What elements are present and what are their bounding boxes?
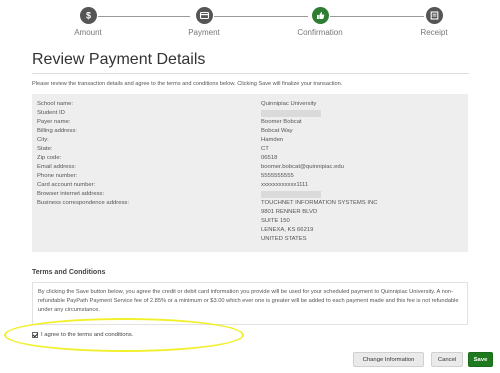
detail-label: Payer name:	[37, 119, 71, 125]
transaction-details-panel: School name: Quinnipiac University Stude…	[32, 94, 468, 252]
save-button[interactable]: Save	[468, 352, 493, 367]
page-title: Review Payment Details	[32, 51, 206, 68]
detail-value: boomer.bobcat@quinnipiac.edu	[261, 164, 344, 170]
detail-label: School name:	[37, 101, 74, 107]
checkbox-checked-icon[interactable]	[32, 332, 38, 338]
thumbs-up-icon	[311, 7, 329, 24]
step-label: Receipt	[420, 28, 448, 37]
cancel-button[interactable]: Cancel	[431, 352, 463, 367]
divider	[32, 73, 469, 74]
svg-text:$: $	[85, 11, 90, 21]
terms-title: Terms and Conditions	[32, 269, 106, 276]
detail-value: Quinnipiac University	[261, 101, 317, 107]
step-amount: $ Amount	[43, 7, 133, 37]
detail-label: Card account number:	[37, 182, 96, 188]
redacted-value	[261, 191, 321, 198]
step-label: Payment	[188, 28, 220, 37]
agree-terms-checkbox[interactable]: I agree to the terms and conditions.	[32, 332, 133, 338]
detail-value: Boomer Bobcat	[261, 119, 302, 125]
detail-label: Browser internet address:	[37, 191, 105, 197]
step-payment: Payment	[159, 7, 249, 37]
detail-label: Business correspondence address:	[37, 200, 130, 206]
credit-card-icon	[195, 7, 213, 24]
step-receipt: Receipt	[389, 7, 479, 37]
step-label: Confirmation	[297, 28, 343, 37]
redacted-value	[261, 110, 321, 117]
detail-value: TOUCHNET INFORMATION SYSTEMS INC	[261, 200, 378, 206]
detail-label: Student ID	[37, 110, 65, 116]
detail-label: State:	[37, 146, 53, 152]
terms-text: By clicking the Save button below, you a…	[38, 289, 459, 313]
terms-box: By clicking the Save button below, you a…	[32, 282, 468, 325]
address-line: 9801 RENNER BLVD	[261, 209, 318, 215]
detail-value: CT	[261, 146, 269, 152]
progress-stepper: $ Amount Payment Confirmation Receipt	[0, 0, 500, 40]
address-line: LENEXA, KS 66219	[261, 227, 314, 233]
agree-terms-label: I agree to the terms and conditions.	[41, 332, 134, 338]
dollar-icon: $	[79, 7, 97, 24]
step-confirmation: Confirmation	[275, 7, 365, 37]
detail-value: xxxxxxxxxxxx1111	[261, 182, 309, 188]
detail-value: Hamden	[261, 137, 284, 143]
detail-label: Zip code:	[37, 155, 62, 161]
detail-value: Bobcat Way	[261, 128, 293, 134]
detail-value: 06518	[261, 155, 278, 161]
detail-value: 5555555555	[261, 173, 294, 179]
address-line: UNITED STATES	[261, 236, 307, 242]
intro-text: Please review the transaction details an…	[32, 81, 343, 87]
detail-label: City:	[37, 137, 49, 143]
step-label: Amount	[74, 28, 102, 37]
address-line: SUITE 150	[261, 218, 290, 224]
detail-label: Phone number:	[37, 173, 78, 179]
detail-label: Email address:	[37, 164, 76, 170]
receipt-icon	[425, 7, 443, 24]
detail-label: Billing address:	[37, 128, 77, 134]
change-information-button[interactable]: Change Information	[353, 352, 424, 367]
